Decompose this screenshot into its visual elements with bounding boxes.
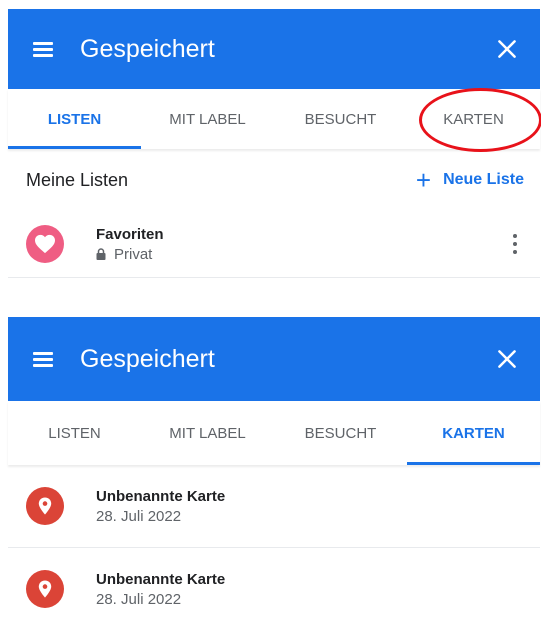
map-pin-icon <box>38 580 52 598</box>
saved-panel-maps: Gespeichert LISTEN MIT LABEL BESUCHT KAR… <box>8 317 540 630</box>
map-date: 28. Juli 2022 <box>96 590 182 608</box>
app-bar: Gespeichert <box>8 317 540 401</box>
new-list-button[interactable]: + Neue Liste <box>416 167 524 193</box>
privacy-label: Privat <box>114 245 153 263</box>
app-bar-title: Gespeichert <box>80 344 215 373</box>
highlight-circle <box>419 88 541 152</box>
tab-listen[interactable]: LISTEN <box>8 401 141 465</box>
map-title: Unbenannte Karte <box>96 570 226 588</box>
tab-mit-label[interactable]: MIT LABEL <box>141 401 274 465</box>
map-date: 28. Juli 2022 <box>96 507 182 525</box>
app-bar-title: Gespeichert <box>80 34 215 63</box>
section-title: Meine Listen <box>26 169 129 190</box>
map-item-text: Unbenannte Karte 28. Juli 2022 <box>96 488 225 525</box>
map-pin-icon <box>38 497 52 515</box>
list-item[interactable]: Favoriten Privat <box>8 211 540 278</box>
saved-panel-lists: Gespeichert LISTEN MIT LABEL BESUCHT KAR… <box>8 9 541 278</box>
tab-listen[interactable]: LISTEN <box>8 89 141 149</box>
heart-icon <box>35 234 55 254</box>
more-options-icon[interactable] <box>512 233 518 255</box>
map-item-text: Unbenannte Karte 28. Juli 2022 <box>96 571 225 608</box>
app-bar: Gespeichert <box>8 9 540 89</box>
lock-icon <box>96 248 106 260</box>
tab-mit-label[interactable]: MIT LABEL <box>141 89 274 149</box>
map-title: Unbenannte Karte <box>96 487 226 505</box>
new-list-label: Neue Liste <box>443 171 524 188</box>
map-avatar <box>26 487 64 525</box>
close-icon[interactable] <box>494 346 520 372</box>
map-list-item[interactable]: Unbenannte Karte 28. Juli 2022 <box>8 465 540 548</box>
menu-icon[interactable] <box>33 352 53 367</box>
plus-icon: + <box>415 165 432 195</box>
section-header: Meine Listen + Neue Liste <box>8 149 540 211</box>
favorites-avatar <box>26 225 64 263</box>
tab-besucht[interactable]: BESUCHT <box>274 401 407 465</box>
menu-icon[interactable] <box>33 42 53 57</box>
close-icon[interactable] <box>494 36 520 62</box>
tab-karten[interactable]: KARTEN <box>407 401 540 465</box>
tab-bar: LISTEN MIT LABEL BESUCHT KARTEN <box>8 88 541 152</box>
map-list-item[interactable]: Unbenannte Karte 28. Juli 2022 <box>8 548 540 630</box>
tab-besucht[interactable]: BESUCHT <box>274 89 407 149</box>
map-avatar <box>26 570 64 608</box>
list-title: Favoriten <box>96 225 164 243</box>
tab-bar: LISTEN MIT LABEL BESUCHT KARTEN <box>8 401 540 465</box>
list-item-text: Favoriten Privat <box>96 226 164 263</box>
list-privacy: Privat <box>96 246 164 263</box>
